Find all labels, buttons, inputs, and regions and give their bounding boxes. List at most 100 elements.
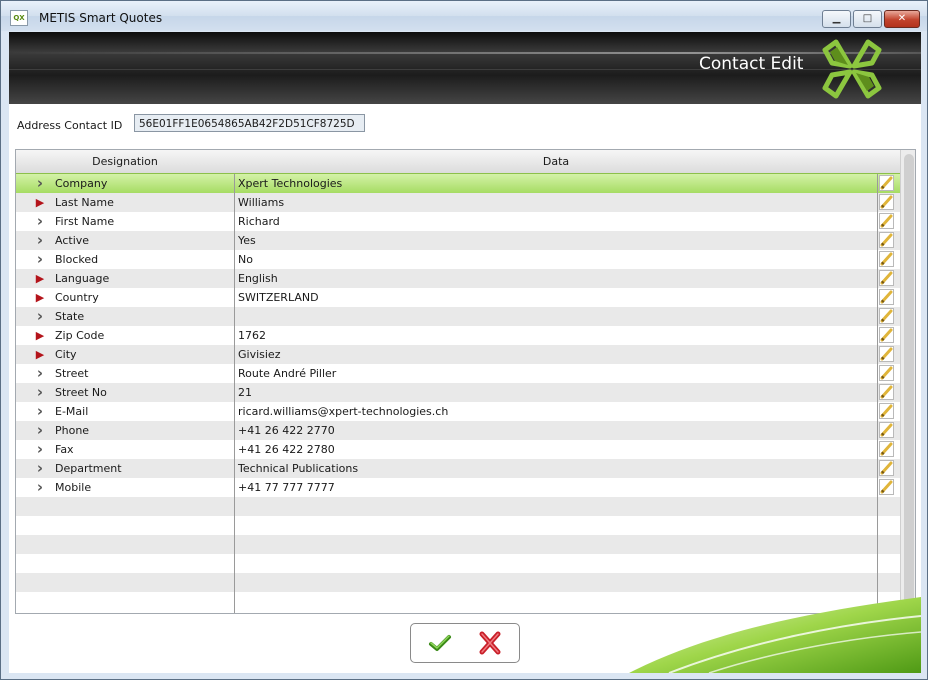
edit-button[interactable] (879, 308, 894, 324)
pencil-icon (880, 271, 893, 285)
maximize-button[interactable]: □ (853, 10, 882, 28)
row-data-value[interactable]: +41 77 777 7777 (238, 478, 335, 497)
table-row[interactable]: › State (16, 307, 900, 326)
row-data-value[interactable]: Givisiez (238, 345, 280, 364)
row-designation: Active (55, 234, 90, 247)
edit-button[interactable] (879, 403, 894, 419)
row-data-value[interactable]: +41 26 422 2770 (238, 421, 335, 440)
application-window: QX METIS Smart Quotes ▁ □ ✕ Contact Edit (0, 0, 928, 680)
minimize-button[interactable]: ▁ (822, 10, 851, 28)
row-designation: Zip Code (55, 329, 105, 342)
edit-button[interactable] (879, 327, 894, 343)
table-row[interactable]: › Department Technical Publications (16, 459, 900, 478)
edit-button[interactable] (879, 441, 894, 457)
edit-button[interactable] (879, 346, 894, 362)
row-designation: Street (55, 367, 89, 380)
row-data-value[interactable]: +41 26 422 2780 (238, 440, 335, 459)
empty-row (16, 516, 900, 535)
edit-button[interactable] (879, 251, 894, 267)
chevron-right-icon: › (36, 250, 44, 268)
table-row[interactable]: ▶ Zip Code 1762 (16, 326, 900, 345)
x-icon (479, 631, 501, 655)
row-designation: Last Name (55, 196, 114, 209)
table-row[interactable]: › Street Route André Piller (16, 364, 900, 383)
row-data-value[interactable]: SWITZERLAND (238, 288, 319, 307)
table-row[interactable]: ▶ City Givisiez (16, 345, 900, 364)
row-designation: Language (55, 272, 110, 285)
row-data-value[interactable]: Williams (238, 193, 284, 212)
close-button[interactable]: ✕ (884, 10, 920, 28)
vertical-scrollbar[interactable] (900, 150, 915, 613)
edit-button[interactable] (879, 289, 894, 305)
ok-button[interactable] (421, 629, 459, 657)
row-data-value[interactable]: ricard.williams@xpert-technologies.ch (238, 402, 448, 421)
row-designation: Country (55, 291, 99, 304)
edit-button[interactable] (879, 194, 894, 210)
table-row[interactable]: › Blocked No (16, 250, 900, 269)
address-contact-id-field[interactable]: 56E01FF1E0654865AB42F2D51CF8725D (134, 114, 365, 132)
pencil-icon (880, 480, 893, 494)
row-data-value[interactable]: 1762 (238, 326, 266, 345)
chevron-right-icon: › (36, 383, 44, 401)
table-row[interactable]: › Mobile +41 77 777 7777 (16, 478, 900, 497)
chevron-right-icon: › (36, 459, 44, 477)
column-header-data[interactable]: Data (235, 150, 877, 173)
page-title: Contact Edit (699, 54, 804, 74)
edit-button[interactable] (879, 213, 894, 229)
table-row[interactable]: › Phone +41 26 422 2770 (16, 421, 900, 440)
edit-button[interactable] (879, 365, 894, 381)
table-row[interactable]: ▶ Language English (16, 269, 900, 288)
chevron-right-icon: › (36, 440, 44, 458)
row-data-value[interactable]: No (238, 250, 253, 269)
table-row[interactable]: › Fax +41 26 422 2780 (16, 440, 900, 459)
row-designation: Phone (55, 424, 90, 437)
table-row[interactable]: › First Name Richard (16, 212, 900, 231)
column-divider (234, 174, 235, 613)
row-data-value[interactable]: Technical Publications (238, 459, 358, 478)
pencil-icon (880, 423, 893, 437)
pencil-icon (880, 404, 893, 418)
title-bar[interactable]: QX METIS Smart Quotes ▁ □ ✕ (1, 1, 927, 31)
row-data-value[interactable]: English (238, 269, 278, 288)
table-row[interactable]: › Active Yes (16, 231, 900, 250)
row-data-value[interactable]: 21 (238, 383, 252, 402)
pencil-icon (880, 252, 893, 266)
pencil-icon (880, 290, 893, 304)
edit-button[interactable] (879, 460, 894, 476)
column-divider (877, 174, 878, 613)
edit-button[interactable] (879, 422, 894, 438)
empty-row (16, 497, 900, 516)
edit-button[interactable] (879, 270, 894, 286)
scrollbar-thumb[interactable] (904, 154, 914, 606)
checkmark-icon (429, 635, 451, 651)
pencil-icon (880, 309, 893, 323)
app-icon: QX (10, 10, 28, 26)
table-row[interactable]: › Company Xpert Technologies (16, 173, 901, 194)
metis-logo-icon (822, 39, 882, 99)
pencil-icon (880, 176, 893, 190)
row-designation: Street No (55, 386, 107, 399)
required-marker-icon: ▶ (35, 272, 45, 285)
chevron-right-icon: › (36, 402, 44, 420)
edit-button[interactable] (879, 175, 894, 191)
table-row[interactable]: › Street No 21 (16, 383, 900, 402)
edit-button[interactable] (879, 479, 894, 495)
column-header-designation[interactable]: Designation (16, 150, 234, 173)
row-data-value[interactable]: Richard (238, 212, 280, 231)
empty-row (16, 573, 900, 592)
row-data-value[interactable]: Yes (238, 231, 256, 250)
table-row[interactable]: ▶ Last Name Williams (16, 193, 900, 212)
table-row[interactable]: › E-Mail ricard.williams@xpert-technologie… (16, 402, 900, 421)
cancel-button[interactable] (471, 629, 509, 657)
edit-button[interactable] (879, 384, 894, 400)
edit-button[interactable] (879, 232, 894, 248)
chevron-right-icon: › (36, 212, 44, 230)
grid-header: Designation Data (16, 150, 900, 174)
table-row[interactable]: ▶ Country SWITZERLAND (16, 288, 900, 307)
chevron-right-icon: › (36, 364, 44, 382)
row-designation: Company (55, 177, 108, 190)
chevron-right-icon: › (36, 307, 44, 325)
pencil-icon (880, 233, 893, 247)
row-data-value[interactable]: Route André Piller (238, 364, 336, 383)
row-data-value[interactable]: Xpert Technologies (238, 174, 342, 193)
